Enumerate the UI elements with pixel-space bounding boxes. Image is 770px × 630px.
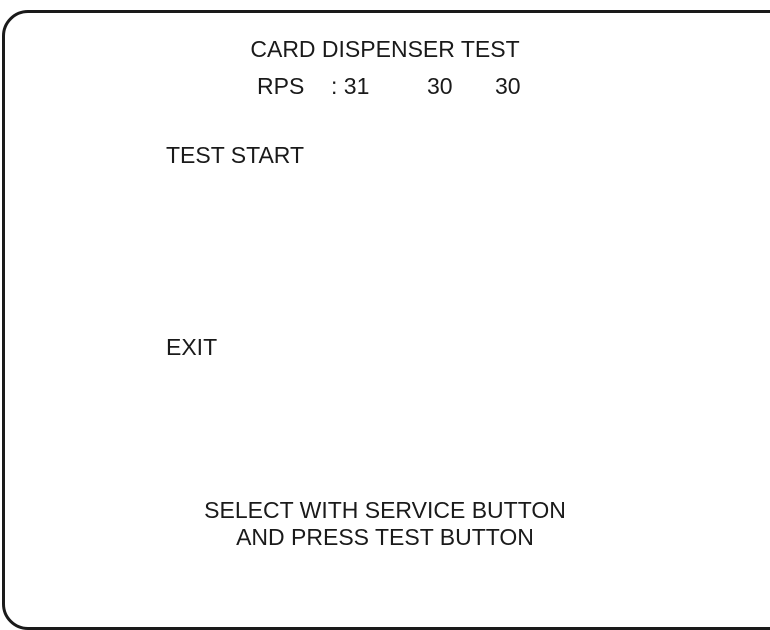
menu-item-test-start[interactable]: TEST START bbox=[166, 142, 304, 169]
instruction-line-2: AND PRESS TEST BUTTON bbox=[236, 524, 534, 550]
rps-readout: RPS : 31 30 30 bbox=[0, 73, 770, 208]
rps-label: RPS bbox=[257, 73, 305, 99]
rps-value-1: : 31 bbox=[331, 73, 370, 99]
instruction-line-1: SELECT WITH SERVICE BUTTON bbox=[204, 497, 566, 523]
rps-value-3: 30 bbox=[495, 73, 521, 99]
rps-value-2: 30 bbox=[427, 73, 453, 99]
screen-title: CARD DISPENSER TEST bbox=[250, 36, 520, 62]
menu-item-exit[interactable]: EXIT bbox=[166, 334, 217, 361]
